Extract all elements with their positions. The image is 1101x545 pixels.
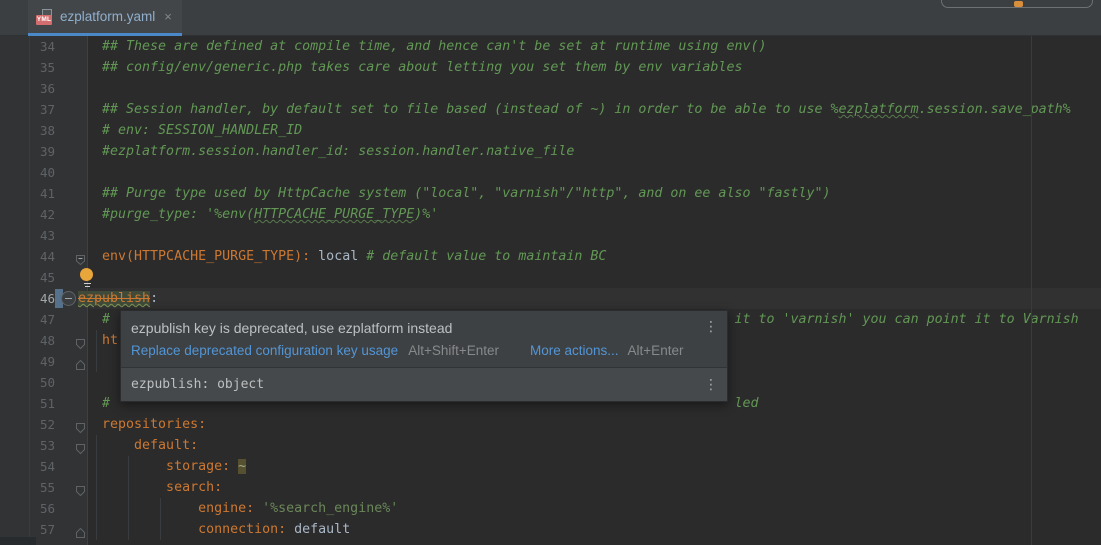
inspection-message: ezpublish key is deprecated, use ezplatf… (131, 320, 715, 336)
code-line: connection: default (0, 519, 1101, 540)
ide-window: YML ezplatform.yaml × 343536373839404142… (0, 0, 1101, 545)
more-actions-shortcut: Alt+Enter (628, 343, 684, 358)
code-line: ## config/env/generic.php takes care abo… (0, 57, 1101, 78)
code-line: #purge_type: '%env(HTTPCACHE_PURGE_TYPE)… (0, 204, 1101, 225)
yaml-file-icon: YML (36, 9, 53, 25)
tab-filename: ezplatform.yaml (60, 9, 155, 24)
quick-fix-shortcut: Alt+Shift+Enter (408, 343, 499, 358)
editor-tab-bar: YML ezplatform.yaml × (0, 0, 1101, 36)
toolbar-control-icon (1014, 1, 1023, 7)
bottom-corner-patch (0, 537, 36, 545)
code-line (0, 267, 1101, 288)
code-line: ezpublish: (0, 288, 1101, 309)
indent-guide (96, 435, 97, 540)
tab-close-icon[interactable]: × (164, 10, 172, 23)
popup-menu-icon[interactable]: ⋮ (704, 319, 718, 335)
more-actions-link[interactable]: More actions... (530, 343, 619, 358)
inspection-doc-section: ezpublish: object ⋮ (121, 367, 727, 401)
tab-ezplatform-yaml[interactable]: YML ezplatform.yaml × (28, 0, 182, 36)
indent-guide (128, 456, 129, 540)
annotation-column-line (29, 36, 30, 545)
doc-menu-icon[interactable]: ⋮ (704, 377, 718, 393)
inspection-actions: Replace deprecated configuration key usa… (131, 343, 715, 358)
indent-guide (96, 330, 97, 372)
inspection-popup-main: ezpublish key is deprecated, use ezplatf… (121, 311, 727, 367)
toolbar-control[interactable] (941, 0, 1093, 8)
code-line: ## Purge type used by HttpCache system (… (0, 183, 1101, 204)
quick-fix-link[interactable]: Replace deprecated configuration key usa… (131, 343, 398, 358)
intention-bulb-icon[interactable] (80, 268, 94, 287)
code-line: ## These are defined at compile time, an… (0, 36, 1101, 57)
code-line (0, 78, 1101, 99)
code-line: ## Session handler, by default set to fi… (0, 99, 1101, 120)
doc-text: ezpublish: object (131, 377, 264, 392)
code-line: repositories: (0, 414, 1101, 435)
code-line: default: (0, 435, 1101, 456)
unfold-circle-icon[interactable] (61, 291, 76, 306)
code-line: # env: SESSION_HANDLER_ID (0, 120, 1101, 141)
code-line: storage: ~ (0, 456, 1101, 477)
inspection-popup: ezpublish key is deprecated, use ezplatf… (120, 310, 728, 402)
code-line: env(HTTPCACHE_PURGE_TYPE): local # defau… (0, 246, 1101, 267)
indent-guide (160, 498, 161, 540)
code-line (0, 225, 1101, 246)
code-editor[interactable]: 3435363738394041424344454647484950515253… (0, 36, 1101, 545)
deprecated-key[interactable]: ezpublish (78, 291, 150, 306)
right-margin-guide (1031, 36, 1032, 545)
yml-badge: YML (36, 15, 52, 25)
code-line: #ezplatform.session.handler_id: session.… (0, 141, 1101, 162)
code-line: search: (0, 477, 1101, 498)
code-line: engine: '%search_engine%' (0, 498, 1101, 519)
code-line (0, 162, 1101, 183)
